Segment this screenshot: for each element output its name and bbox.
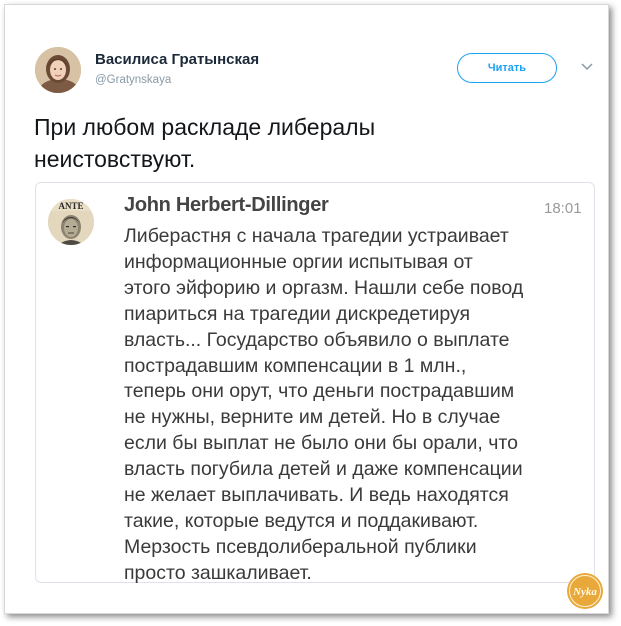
quoted-message-body: Либерастня с начала трагедии устраивает … bbox=[124, 224, 594, 587]
chevron-down-icon[interactable] bbox=[580, 61, 594, 73]
author-name[interactable]: Василиса Гратынская bbox=[95, 51, 259, 68]
watermark-logo: Nyka bbox=[567, 573, 603, 609]
tweet-card: Василиса Гратынская @Gratynskaya Читать … bbox=[4, 4, 609, 614]
body-line: такие, которые ведутся и поддакивают. bbox=[124, 509, 479, 532]
body-line: просто зашкаливает. bbox=[124, 561, 312, 584]
body-line: пострадавшим компенсации в 1 млн., bbox=[124, 354, 467, 377]
author-photo bbox=[35, 47, 81, 93]
wanted-poster-photo: ANTE bbox=[48, 199, 94, 245]
quoted-message: ANTE John Herbert-Dillinger 18:01 Либера… bbox=[35, 182, 595, 584]
body-line: Либерастня с начала трагедии устраивает bbox=[124, 225, 509, 247]
body-line: этого эйфорию и оргазм. Нашли себе повод bbox=[124, 276, 524, 299]
quoted-author-name: John Herbert-Dillinger bbox=[124, 194, 329, 216]
author-avatar[interactable] bbox=[35, 47, 81, 93]
body-line: информационные оргии испытывая от bbox=[124, 250, 473, 273]
watermark-text: Nyka bbox=[572, 586, 597, 598]
body-line: власть погубила детей и даже компенсации bbox=[124, 458, 523, 481]
body-line: власть... Государство объявило о выплате bbox=[124, 328, 510, 351]
tweet-text: При любом раскладе либералы неистовствую… bbox=[34, 111, 484, 175]
tweet-text-line: При любом раскладе либералы bbox=[34, 114, 376, 140]
body-line: теперь они орут, что деньги пострадавшим bbox=[124, 380, 515, 403]
body-line: пиариться на трагедии дискредетируя bbox=[124, 302, 471, 325]
body-line: Мерзость псевдолиберальной публики bbox=[124, 535, 477, 558]
quoted-timestamp: 18:01 bbox=[544, 200, 582, 217]
body-line: не желает выплачивать. И ведь находятся bbox=[124, 484, 509, 507]
quoted-author-avatar: ANTE bbox=[48, 199, 94, 245]
body-line: не нужны, верните им детей. Но в случае bbox=[124, 406, 501, 429]
tweet-text-line: неистовствуют. bbox=[34, 146, 196, 172]
avatar-caption: ANTE bbox=[58, 201, 83, 211]
author-handle[interactable]: @Gratynskaya bbox=[95, 74, 171, 86]
follow-button[interactable]: Читать bbox=[457, 53, 557, 83]
body-line: если бы выплат не было они бы орали, что bbox=[124, 432, 518, 455]
